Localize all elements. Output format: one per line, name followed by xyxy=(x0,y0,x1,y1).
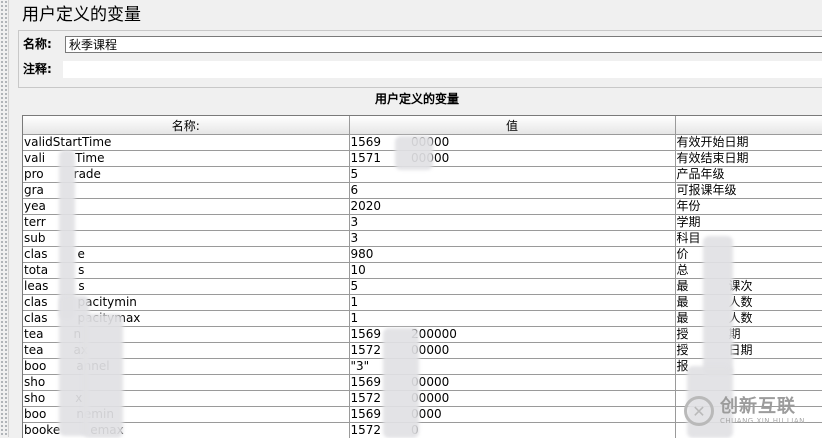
privacy-blur xyxy=(83,314,123,438)
cell-description[interactable]: 有效开始日期 xyxy=(675,135,822,151)
table-title: 用户定义的变量 xyxy=(12,90,822,108)
cell-description[interactable]: 产品年级 xyxy=(675,167,822,183)
cell-value[interactable]: 3 xyxy=(349,231,675,247)
cell-description[interactable]: 最人数 xyxy=(675,295,822,311)
name-input[interactable]: 秋季课程 xyxy=(65,36,822,53)
comment-input[interactable] xyxy=(63,61,822,78)
table-row[interactable]: gra6可报课年级 xyxy=(23,183,822,199)
cell-name[interactable]: validStartTime xyxy=(23,135,349,151)
cell-description[interactable]: 总 xyxy=(675,263,822,279)
comment-label: 注释: xyxy=(23,59,52,79)
privacy-blur xyxy=(59,150,75,320)
left-splitter-rail[interactable] xyxy=(0,0,9,437)
cell-description[interactable]: 学期 xyxy=(675,215,822,231)
cell-description[interactable]: 授日期 xyxy=(675,343,822,359)
cell-description[interactable]: 价 xyxy=(675,247,822,263)
watermark-text: 创新互联 xyxy=(720,397,805,417)
cell-value[interactable]: 10 xyxy=(349,263,675,279)
cell-value[interactable]: 5 xyxy=(349,279,675,295)
cell-value[interactable]: 1 xyxy=(349,311,675,327)
cell-value[interactable]: 980 xyxy=(349,247,675,263)
cell-description[interactable]: 最课次 xyxy=(675,279,822,295)
cell-description[interactable]: 可报课年级 xyxy=(675,183,822,199)
table-header-row: 名称: 值 De xyxy=(23,116,822,135)
column-header-name[interactable]: 名称: xyxy=(23,116,349,135)
user-defined-variables-panel: 用户定义的变量 名称: 秋季课程 注释: 用户定义的变量 名称: 值 De xyxy=(12,0,822,437)
cell-description[interactable]: 年份 xyxy=(675,199,822,215)
cell-description[interactable]: 最人数 xyxy=(675,311,822,327)
cell-value[interactable]: 3 xyxy=(349,215,675,231)
cell-value[interactable]: 2020 xyxy=(349,199,675,215)
watermark: ✕ 创新互联 CHUANG XIN HU LIAN xyxy=(684,390,822,432)
watermark-logo-icon: ✕ xyxy=(684,396,714,426)
privacy-blur xyxy=(703,236,733,376)
cell-description[interactable]: 有效结束日期 xyxy=(675,151,822,167)
comment-row: 注释: xyxy=(23,59,822,79)
cell-description[interactable]: 科目 xyxy=(675,231,822,247)
cell-value[interactable]: 6 xyxy=(349,183,675,199)
column-header-value[interactable]: 值 xyxy=(349,116,675,135)
privacy-blur xyxy=(395,136,433,170)
table-row[interactable]: yea2020年份 xyxy=(23,199,822,215)
name-comment-group: 名称: 秋季课程 注释: xyxy=(18,30,822,88)
column-header-description[interactable]: De xyxy=(675,116,822,135)
name-row: 名称: 秋季课程 xyxy=(23,34,822,54)
privacy-blur xyxy=(383,328,419,438)
cell-value[interactable]: 1 xyxy=(349,295,675,311)
cell-description[interactable]: 授期 xyxy=(675,327,822,343)
name-label: 名称: xyxy=(23,34,52,54)
table-row[interactable]: terr3学期 xyxy=(23,215,822,231)
panel-title: 用户定义的变量 xyxy=(22,4,141,26)
watermark-subtext: CHUANG XIN HU LIAN xyxy=(720,417,805,426)
